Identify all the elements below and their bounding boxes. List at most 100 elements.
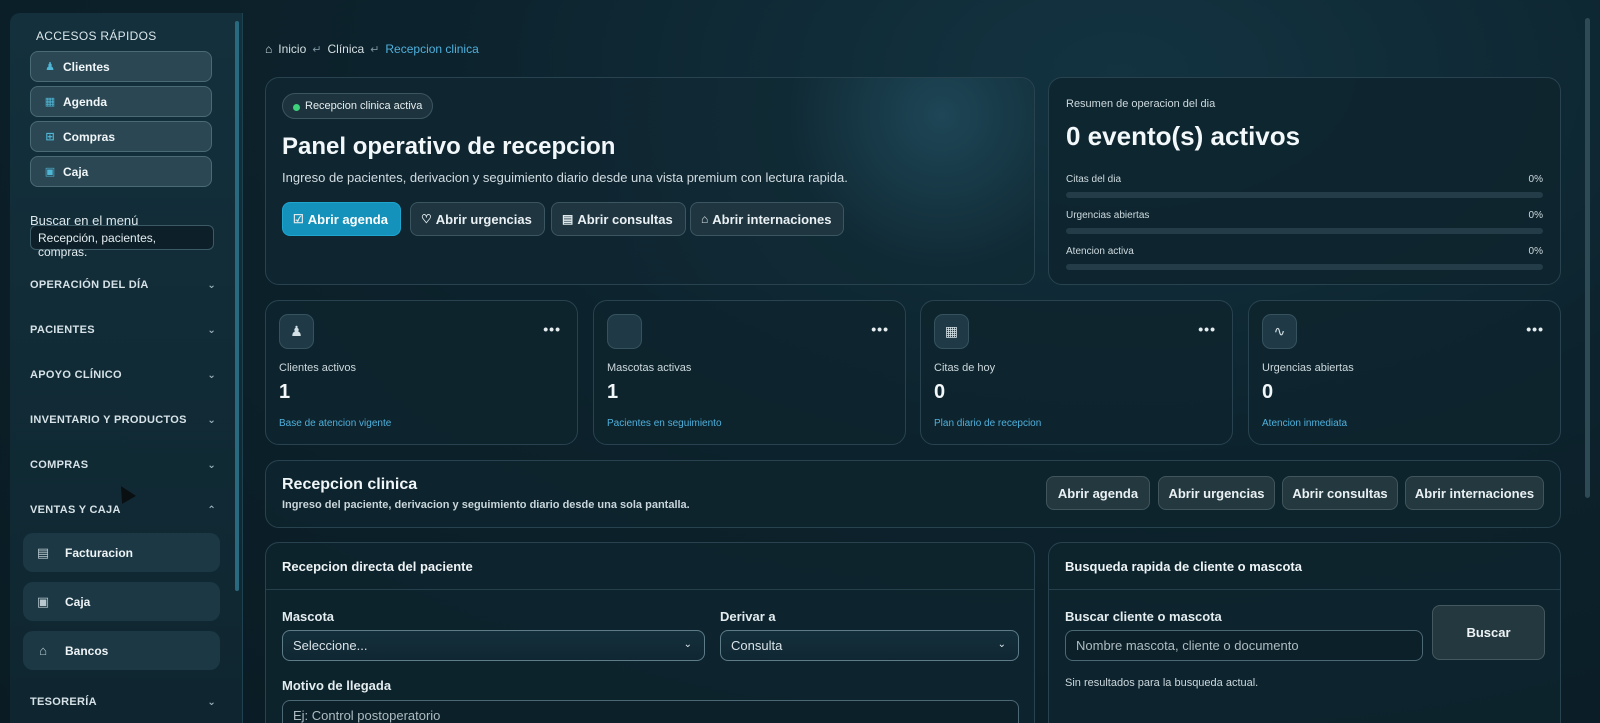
open-agenda-button[interactable]: ☑ Abrir agenda <box>282 202 401 236</box>
kpi-value: 0 <box>934 381 946 403</box>
users-icon: ♟ <box>279 314 314 349</box>
kpi-subtitle: Pacientes en seguimiento <box>607 418 722 429</box>
section-label: COMPRAS <box>30 459 89 471</box>
sidebar-item-label: Facturacion <box>65 545 134 560</box>
search-field-label: Buscar cliente o mascota <box>1065 609 1222 624</box>
calendar-check-icon: ☑ <box>293 212 304 226</box>
summary-label: Resumen de operacion del dia <box>1066 98 1216 110</box>
reception-description: Ingreso del paciente, derivacion y segui… <box>282 499 690 511</box>
direct-reception-form: Recepcion directa del paciente Mascota S… <box>265 542 1035 723</box>
derivar-label: Derivar a <box>720 609 776 624</box>
reception-title: Recepcion clinica <box>282 476 418 493</box>
sidebar-section-inventario[interactable]: INVENTARIO Y PRODUCTOS ⌄ <box>30 410 216 430</box>
open-urgencias-button[interactable]: ♡ Abrir urgencias <box>410 202 545 236</box>
menu-search-input[interactable]: Recepción, pacientes, compras. <box>30 225 214 259</box>
progress-track <box>1066 264 1543 270</box>
sidebar-section-tesoreria[interactable]: TESORERÍA ⌄ <box>30 692 216 712</box>
derivar-select[interactable]: Consulta ⌄ <box>720 630 1019 661</box>
kpi-card-citas: ▦ ••• Citas de hoy 0 Plan diario de rece… <box>920 300 1233 445</box>
kpi-label: Urgencias abiertas <box>1262 362 1354 374</box>
open-consultas-button[interactable]: ▤ Abrir consultas <box>551 202 686 236</box>
quick-access-title: ACCESOS RÁPIDOS <box>36 29 157 43</box>
clipboard-icon: ▤ <box>562 212 574 226</box>
button-label: Abrir consultas <box>577 211 673 227</box>
sidebar-item-bancos[interactable]: ⌂ Bancos <box>23 631 220 670</box>
chevron-down-icon: ⌄ <box>683 639 692 650</box>
kpi-label: Clientes activos <box>279 362 357 374</box>
quick-link-agenda[interactable]: ▦ Agenda <box>30 86 212 117</box>
section-label: OPERACIÓN DEL DÍA <box>30 279 149 291</box>
meter-urgencias: Urgencias abiertas 0% <box>1066 210 1543 234</box>
sidebar-item-caja[interactable]: ▣ Caja <box>23 582 220 621</box>
reception-strip: Recepcion clinica Ingreso del paciente, … <box>265 460 1561 528</box>
home-icon: ⌂ <box>265 42 273 56</box>
button-label: Abrir urgencias <box>435 211 532 227</box>
meter-label: Citas del dia <box>1066 174 1122 185</box>
section-label: APOYO CLÍNICO <box>30 369 122 381</box>
section-label: VENTAS Y CAJA <box>30 504 121 516</box>
more-options-icon[interactable]: ••• <box>1526 321 1544 337</box>
sidebar-scrollbar[interactable] <box>235 21 239 591</box>
quick-link-clientes[interactable]: ♟ Clientes <box>30 51 212 82</box>
status-badge: Recepcion clinica activa <box>282 93 434 119</box>
motivo-input[interactable]: Ej: Control postoperatorio <box>282 700 1019 723</box>
status-badge-label: Recepcion clinica activa <box>305 100 423 112</box>
sidebar-section-operacion[interactable]: OPERACIÓN DEL DÍA ⌄ <box>30 275 216 295</box>
sidebar: ACCESOS RÁPIDOS ♟ Clientes ▦ Agenda ⊞ Co… <box>10 13 243 723</box>
meter-citas: Citas del dia 0% <box>1066 174 1543 198</box>
more-options-icon[interactable]: ••• <box>543 321 561 337</box>
button-label: Abrir internaciones <box>712 211 832 227</box>
sidebar-section-apoyo-clinico[interactable]: APOYO CLÍNICO ⌄ <box>30 365 216 385</box>
quick-link-label: Agenda <box>63 94 108 109</box>
strip-open-internaciones-button[interactable]: Abrir internaciones <box>1405 476 1544 510</box>
chevron-down-icon: ⌄ <box>207 459 216 471</box>
breadcrumb: ⌂ Inicio ↵ Clínica ↵ Recepcion clinica <box>265 42 479 56</box>
page-scrollbar[interactable] <box>1585 18 1590 498</box>
open-internaciones-button[interactable]: ⌂ Abrir internaciones <box>690 202 845 236</box>
quick-link-compras[interactable]: ⊞ Compras <box>30 121 212 152</box>
sidebar-section-compras[interactable]: COMPRAS ⌄ <box>30 455 216 475</box>
kpi-label: Citas de hoy <box>934 362 996 374</box>
status-dot-icon <box>293 104 300 111</box>
app-root: ACCESOS RÁPIDOS ♟ Clientes ▦ Agenda ⊞ Co… <box>0 0 1600 723</box>
kpi-subtitle: Atencion inmediata <box>1262 418 1348 429</box>
meter-value: 0% <box>1528 174 1543 185</box>
more-options-icon[interactable]: ••• <box>1198 321 1216 337</box>
meter-value: 0% <box>1528 210 1543 221</box>
chevron-down-icon: ⌄ <box>997 639 1006 650</box>
paw-icon <box>607 314 642 349</box>
calendar-icon: ▦ <box>44 96 56 108</box>
breadcrumb-current: Recepcion clinica <box>385 42 479 56</box>
quick-search-panel: Busqueda rapida de cliente o mascota Bus… <box>1048 542 1561 723</box>
hero-panel: Recepcion clinica activa Panel operativo… <box>265 77 1035 285</box>
breadcrumb-inicio[interactable]: Inicio <box>278 42 306 56</box>
chevron-down-icon: ⌄ <box>207 696 216 708</box>
breadcrumb-clinica[interactable]: Clínica <box>327 42 364 56</box>
mascota-select[interactable]: Seleccione... ⌄ <box>282 630 705 661</box>
page-title: Panel operativo de recepcion <box>282 133 616 160</box>
search-button[interactable]: Buscar <box>1432 605 1545 660</box>
chevron-up-icon: ⌃ <box>207 504 216 516</box>
sidebar-item-facturacion[interactable]: ▤ Facturacion <box>23 533 220 572</box>
section-label: INVENTARIO Y PRODUCTOS <box>30 414 187 426</box>
cart-icon: ⊞ <box>45 131 55 143</box>
sidebar-section-pacientes[interactable]: PACIENTES ⌄ <box>30 320 216 340</box>
sidebar-item-label: Caja <box>65 594 91 609</box>
kpi-subtitle: Base de atencion vigente <box>279 418 392 429</box>
heart-pulse-icon: ♡ <box>421 212 432 226</box>
motivo-label: Motivo de llegada <box>282 678 392 693</box>
strip-open-consultas-button[interactable]: Abrir consultas <box>1282 476 1398 510</box>
quick-link-caja[interactable]: ▣ Caja <box>30 156 212 187</box>
search-input[interactable]: Nombre mascota, cliente o documento <box>1065 630 1423 661</box>
button-label: Abrir agenda <box>307 211 388 227</box>
quick-link-label: Caja <box>63 164 89 179</box>
strip-open-urgencias-button[interactable]: Abrir urgencias <box>1158 476 1275 510</box>
strip-open-agenda-button[interactable]: Abrir agenda <box>1046 476 1150 510</box>
cash-icon: ▣ <box>44 166 56 178</box>
quick-link-label: Compras <box>63 129 116 144</box>
kpi-value: 0 <box>1262 381 1274 403</box>
invoice-icon: ▤ <box>36 544 50 560</box>
more-options-icon[interactable]: ••• <box>871 321 889 337</box>
quick-link-label: Clientes <box>63 59 110 74</box>
divider <box>266 589 1034 590</box>
